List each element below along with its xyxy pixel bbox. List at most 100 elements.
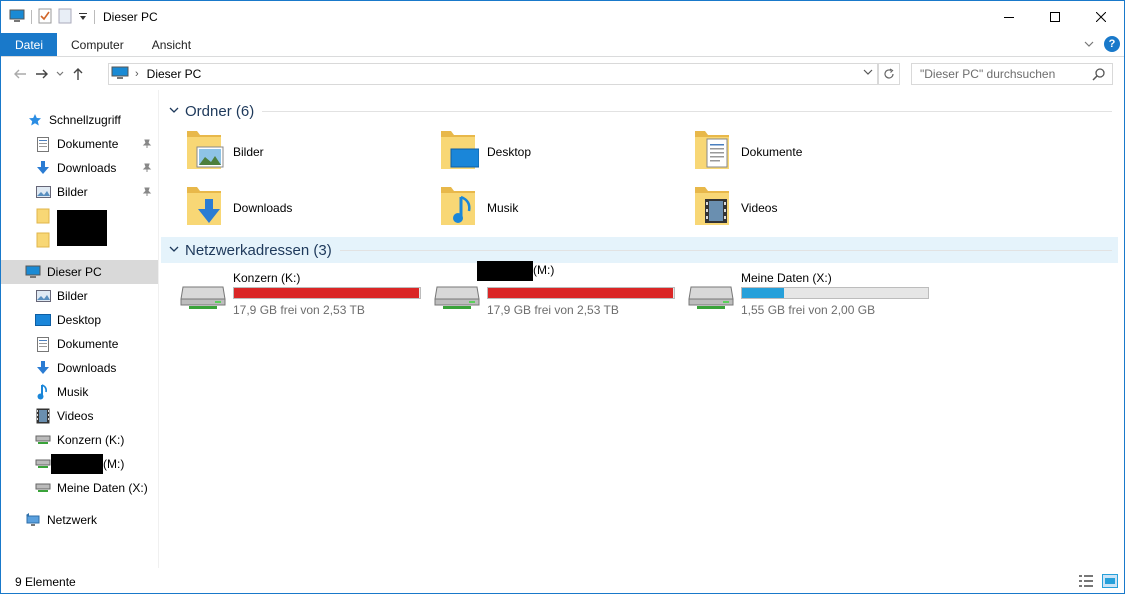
search-icon[interactable] [1092, 67, 1106, 84]
search-placeholder: "Dieser PC" durchsuchen [920, 67, 1056, 81]
customize-qat-icon[interactable] [78, 10, 88, 24]
up-button[interactable] [67, 63, 89, 85]
sidebar-item-label: Videos [57, 409, 94, 423]
forward-button[interactable] [31, 63, 53, 85]
minimize-button[interactable] [986, 1, 1032, 33]
drive-tile-x[interactable]: Meine Daten (X:) 1,55 GB frei von 2,00 G… [669, 267, 929, 317]
folder-label: Musik [487, 201, 519, 215]
sidebar-item-label: Bilder [57, 289, 88, 303]
folder-icon [35, 208, 51, 224]
pin-icon[interactable] [142, 138, 152, 152]
tab-computer[interactable]: Computer [57, 33, 138, 56]
documents-folder-icon [691, 129, 733, 176]
sidebar-item-quick-documents[interactable]: Dokumente [1, 132, 158, 156]
group-header-network-locations[interactable]: Netzwerkadressen (3) [161, 237, 1118, 263]
sidebar-item-drive-x[interactable]: Meine Daten (X:) [1, 476, 158, 500]
network-drive-icon [433, 281, 481, 314]
sidebar-item-redacted-folder-1[interactable] [1, 204, 158, 230]
folder-tile-documents[interactable]: Dokumente [691, 128, 931, 176]
sidebar-item-label: (M:) [103, 457, 125, 471]
back-button[interactable] [9, 63, 31, 85]
network-icon [25, 512, 41, 528]
details-view-icon[interactable] [1078, 574, 1094, 591]
drive-name: Konzern (K:) [233, 271, 301, 285]
sidebar-item-pictures[interactable]: Bilder [1, 284, 158, 308]
help-button[interactable]: ? [1104, 36, 1120, 52]
star-icon [27, 112, 43, 128]
drive-name: Meine Daten (X:) [741, 271, 832, 285]
sidebar-item-label: Downloads [57, 361, 117, 375]
search-input[interactable]: "Dieser PC" durchsuchen [911, 63, 1113, 85]
sidebar-item-music[interactable]: Musik [1, 380, 158, 404]
sidebar-item-label: Bilder [57, 185, 88, 199]
computer-icon[interactable] [9, 9, 25, 26]
address-bar[interactable]: › Dieser PC [108, 63, 878, 85]
sidebar-item-label: Dokumente [57, 137, 119, 151]
collapse-chevron-icon[interactable] [169, 244, 179, 256]
breadcrumb-this-pc[interactable]: Dieser PC [147, 67, 202, 81]
computer-icon [111, 66, 129, 83]
document-icon [35, 336, 51, 352]
drive-free-space: 17,9 GB frei von 2,53 TB [233, 303, 365, 317]
folder-tile-pictures[interactable]: Bilder [183, 128, 423, 176]
sidebar-item-quick-downloads[interactable]: Downloads [1, 156, 158, 180]
drive-free-space: 17,9 GB frei von 2,53 TB [487, 303, 619, 317]
sidebar-item-drive-k[interactable]: Konzern (K:) [1, 428, 158, 452]
tab-view[interactable]: Ansicht [138, 33, 205, 56]
properties-icon[interactable] [38, 8, 52, 27]
sidebar-item-label: Downloads [57, 161, 117, 175]
sidebar-item-documents[interactable]: Dokumente [1, 332, 158, 356]
video-icon [35, 408, 51, 424]
sidebar-item-label: Konzern (K:) [57, 433, 125, 447]
pin-icon[interactable] [142, 162, 152, 176]
document-icon [35, 136, 51, 152]
drive-free-space: 1,55 GB frei von 2,00 GB [741, 303, 876, 317]
tab-file[interactable]: Datei [1, 33, 57, 56]
expand-ribbon-icon[interactable] [1084, 37, 1094, 51]
sidebar-item-this-pc[interactable]: Dieser PC [1, 260, 158, 284]
videos-folder-icon [691, 185, 733, 232]
drive-tile-m[interactable]: (M:) 17,9 GB frei von 2,53 TB [415, 261, 675, 317]
close-button[interactable] [1078, 1, 1124, 33]
sidebar-item-quick-pictures[interactable]: Bilder [1, 180, 158, 204]
pictures-folder-icon [183, 129, 225, 176]
pictures-icon [35, 184, 51, 200]
folder-tile-music[interactable]: Musik [437, 184, 677, 232]
collapse-chevron-icon[interactable] [169, 105, 179, 117]
address-dropdown-icon[interactable] [863, 68, 873, 79]
network-drive-icon [35, 480, 51, 496]
network-drive-icon [179, 281, 227, 314]
maximize-button[interactable] [1032, 1, 1078, 33]
drive-tile-k[interactable]: Konzern (K:) 17,9 GB frei von 2,53 TB [161, 267, 421, 317]
sidebar-item-desktop[interactable]: Desktop [1, 308, 158, 332]
sidebar-item-quick-access[interactable]: Schnellzugriff [1, 108, 158, 132]
desktop-folder-icon [437, 129, 480, 176]
window-title: Dieser PC [103, 10, 158, 24]
drive-usage-fill [488, 288, 673, 298]
redacted-label [51, 454, 103, 474]
content-pane: Ordner (6) Bilder Desktop Dokumente Down… [161, 90, 1124, 568]
sidebar-item-label: Dieser PC [47, 265, 102, 279]
refresh-button[interactable] [878, 63, 900, 85]
recent-locations-button[interactable] [53, 63, 67, 85]
sidebar-item-label: Netzwerk [47, 513, 98, 527]
sidebar-item-redacted-folder-2[interactable] [1, 228, 158, 252]
network-drive-icon [35, 456, 51, 472]
sidebar-item-network[interactable]: Netzwerk [1, 508, 158, 532]
music-folder-icon [437, 185, 479, 232]
folder-tile-videos[interactable]: Videos [691, 184, 931, 232]
navigation-bar: › Dieser PC "Dieser PC" durchsuchen [1, 58, 1124, 90]
pin-icon[interactable] [142, 186, 152, 200]
sidebar-item-downloads[interactable]: Downloads [1, 356, 158, 380]
folder-tile-downloads[interactable]: Downloads [183, 184, 423, 232]
sidebar-item-drive-m[interactable]: (M:) [1, 452, 158, 476]
breadcrumb-chevron-icon[interactable]: › [135, 68, 139, 80]
pictures-icon [35, 288, 51, 304]
large-icons-view-icon[interactable] [1102, 574, 1118, 591]
new-folder-icon[interactable] [58, 8, 72, 27]
item-count: 9 Elemente [15, 574, 76, 589]
qat-separator [94, 10, 95, 24]
group-header-folders[interactable]: Ordner (6) [161, 98, 1118, 124]
folder-tile-desktop[interactable]: Desktop [437, 128, 677, 176]
sidebar-item-videos[interactable]: Videos [1, 404, 158, 428]
